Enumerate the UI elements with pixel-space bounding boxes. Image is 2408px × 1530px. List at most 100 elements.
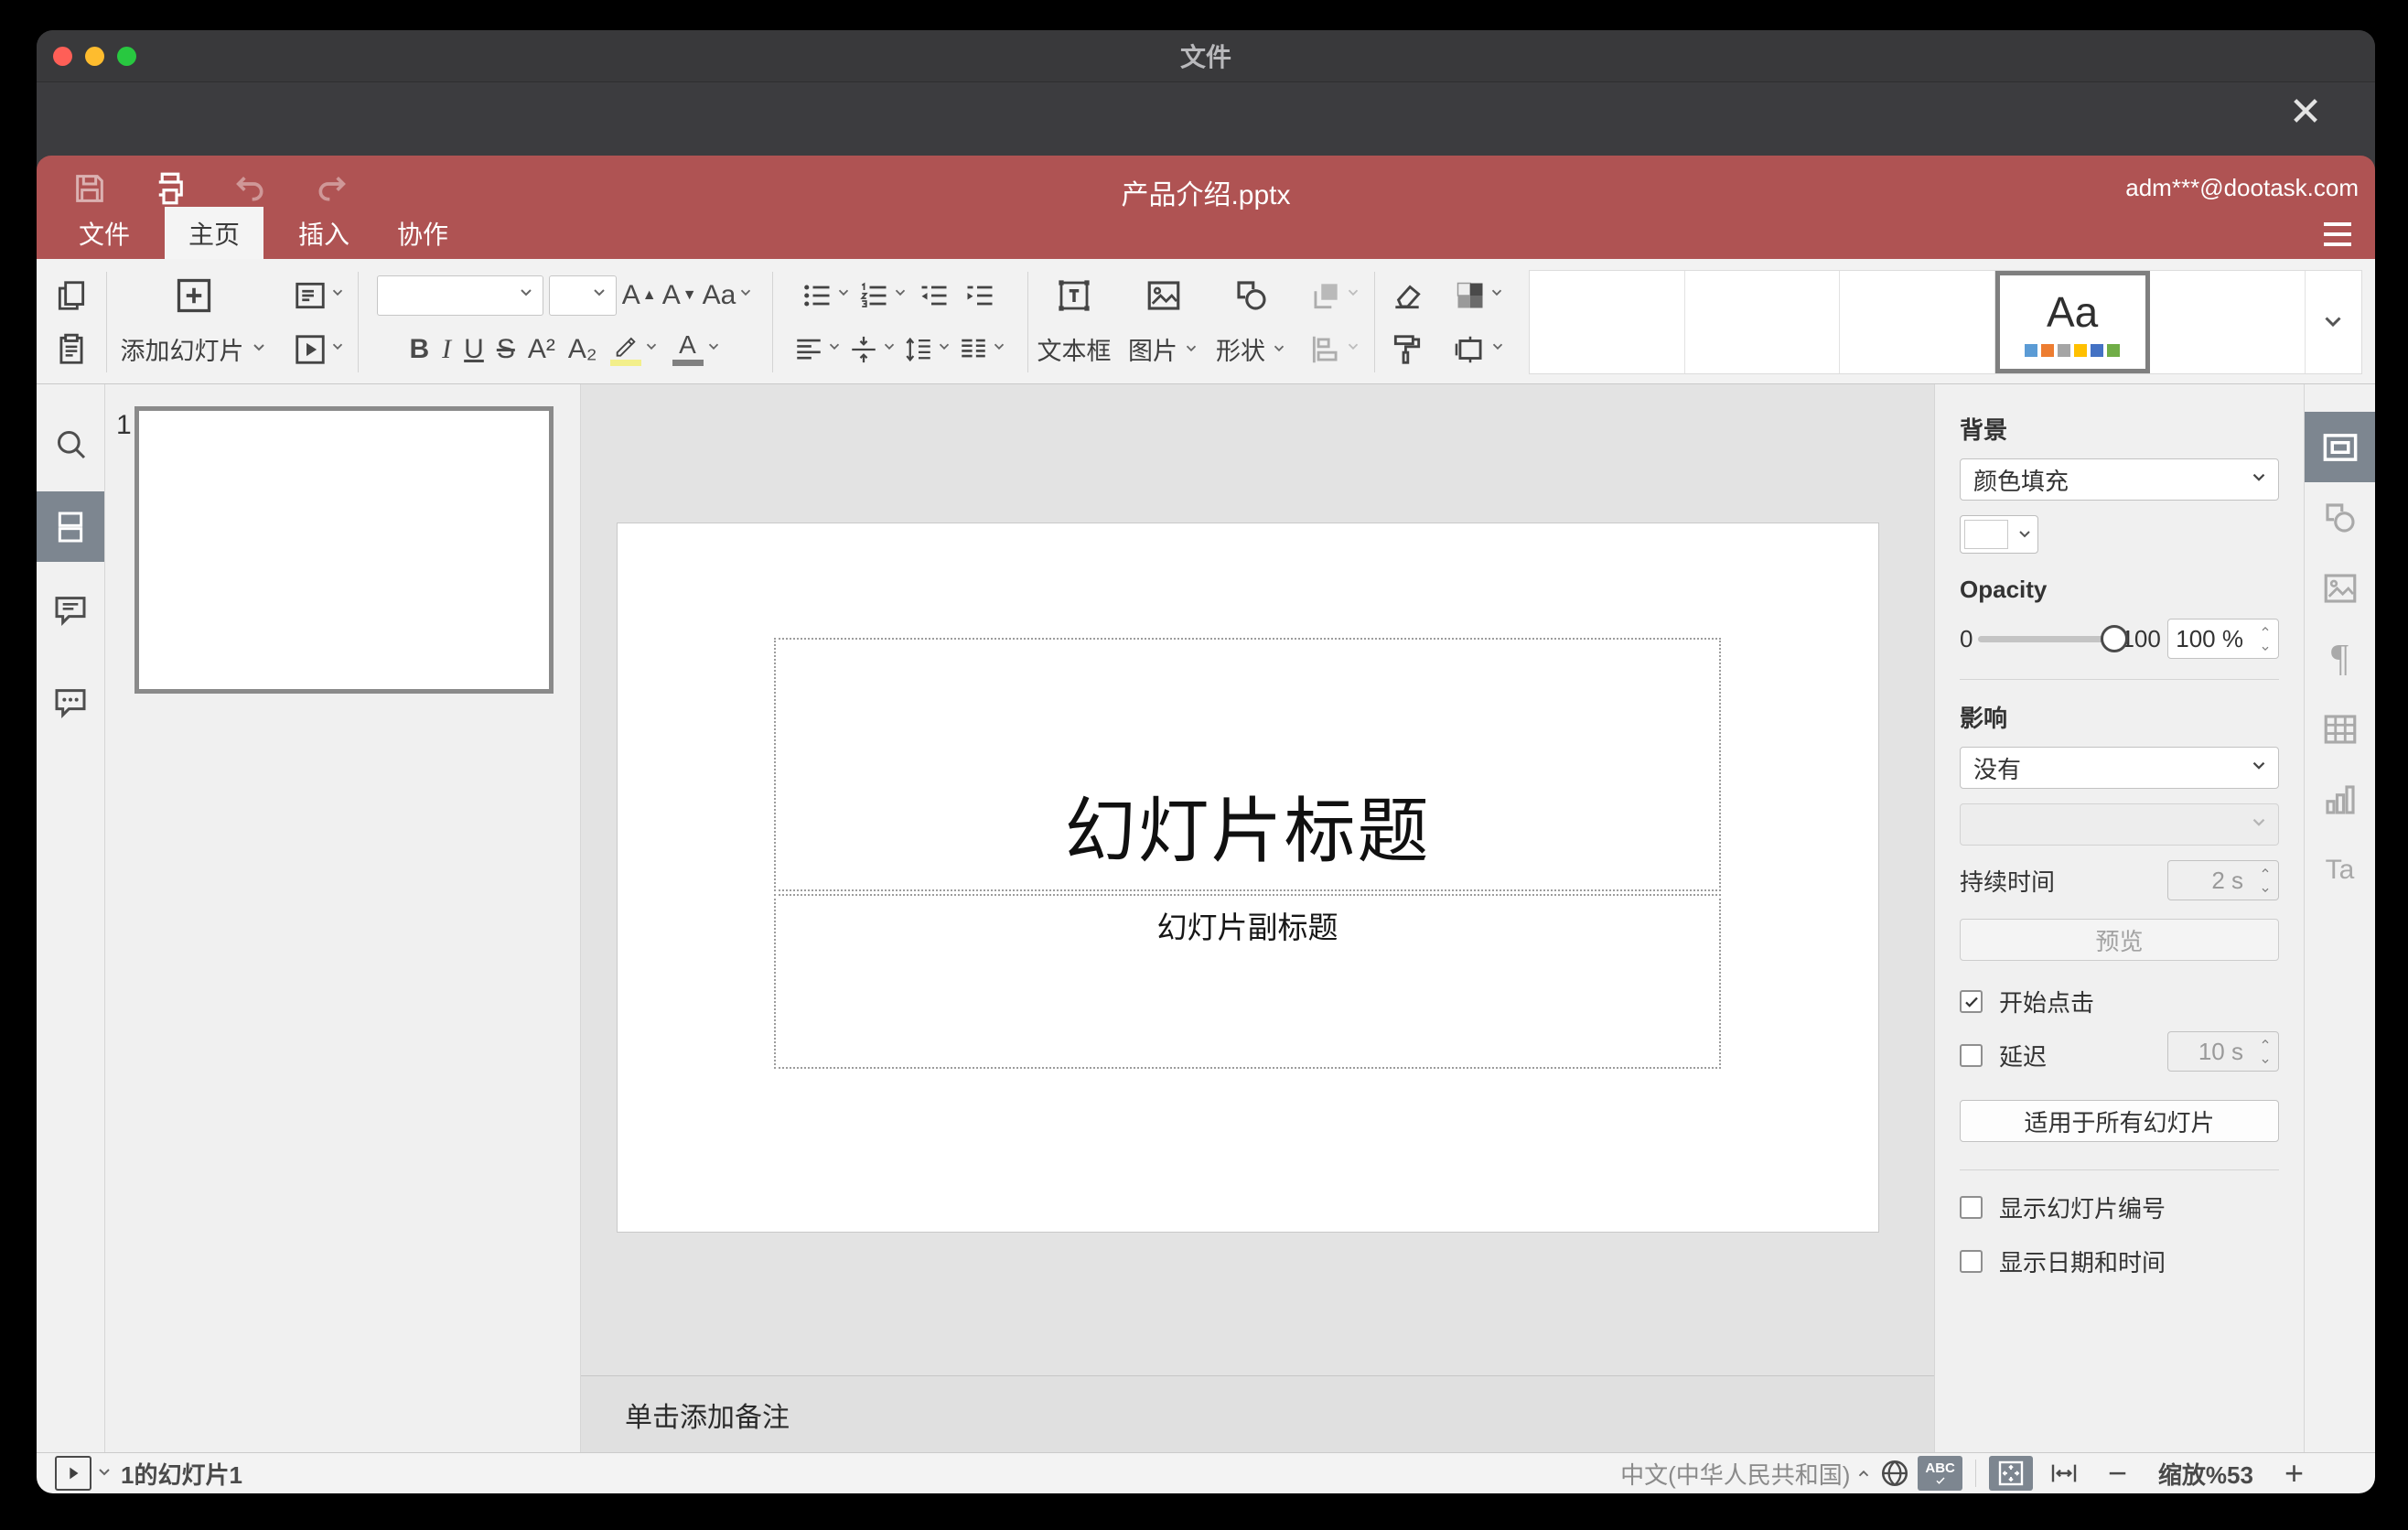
theme-tile-selected[interactable]: Aa <box>1994 271 2151 373</box>
slide-layout-icon[interactable] <box>293 273 346 318</box>
slides-icon[interactable] <box>37 491 104 562</box>
menu-icon[interactable] <box>2324 222 2351 246</box>
change-case-button[interactable]: Aa <box>703 273 755 318</box>
theme-gallery-expand-icon[interactable] <box>2304 271 2361 373</box>
title-placeholder[interactable]: 幻灯片标题 <box>774 638 1721 891</box>
background-color-picker[interactable] <box>1960 515 2038 554</box>
start-slideshow-icon[interactable] <box>55 1456 91 1491</box>
chat-icon[interactable] <box>37 667 104 738</box>
copy-icon[interactable] <box>51 273 91 318</box>
text-box-icon[interactable] <box>1054 273 1094 318</box>
slide-canvas[interactable]: 幻灯片标题 幻灯片副标题 <box>581 384 1934 1375</box>
shape-icon[interactable] <box>1231 273 1272 318</box>
clear-style-icon[interactable] <box>1387 273 1427 318</box>
increase-indent-icon[interactable] <box>960 273 1000 318</box>
font-size-input[interactable] <box>548 275 617 316</box>
line-spacing-icon[interactable] <box>903 327 952 372</box>
comments-icon[interactable] <box>37 575 104 645</box>
shape-settings-icon[interactable] <box>2305 482 2375 553</box>
slide-settings-panel: 背景 颜色填充 Opacity 0 100 100 % 影响 没有 持续时间 2… <box>1934 384 2304 1452</box>
table-settings-icon[interactable] <box>2305 694 2375 764</box>
chart-settings-icon[interactable] <box>2305 764 2375 835</box>
show-date-time-label: 显示日期和时间 <box>1999 1249 2166 1277</box>
columns-icon[interactable] <box>958 327 1007 372</box>
slide-size-icon[interactable] <box>1453 327 1506 372</box>
decrease-indent-icon[interactable] <box>914 273 954 318</box>
shape-button[interactable]: 形状 <box>1216 331 1287 367</box>
image-settings-icon[interactable] <box>2305 553 2375 623</box>
spinner-arrows-icon[interactable] <box>2258 623 2273 654</box>
font-name-input[interactable] <box>376 275 543 316</box>
align-text-icon[interactable] <box>793 327 843 372</box>
fit-width-icon[interactable] <box>2042 1456 2086 1491</box>
chevron-down-icon[interactable] <box>95 1460 113 1488</box>
start-on-click-checkbox[interactable] <box>1960 990 1983 1013</box>
font-color-icon[interactable]: A <box>672 327 722 372</box>
numbered-list-icon[interactable] <box>857 273 908 318</box>
underline-button[interactable]: U <box>464 334 484 365</box>
zoom-out-icon[interactable]: − <box>2101 1454 2134 1492</box>
slide[interactable]: 幻灯片标题 幻灯片副标题 <box>618 523 1878 1232</box>
vertical-align-icon[interactable] <box>848 327 898 372</box>
image-icon[interactable] <box>1144 273 1184 318</box>
opacity-slider[interactable] <box>1978 624 2129 652</box>
textart-settings-icon[interactable]: Ta <box>2305 835 2375 905</box>
fill-type-select[interactable]: 颜色填充 <box>1960 458 2279 501</box>
paste-icon[interactable] <box>51 327 91 372</box>
start-slideshow-icon[interactable] <box>293 327 346 372</box>
theme-gallery: Aa <box>1529 270 2362 374</box>
text-box-button[interactable]: 文本框 <box>1037 331 1112 367</box>
spellcheck-icon[interactable]: ABC <box>1918 1456 1962 1491</box>
bullet-list-icon[interactable] <box>801 273 852 318</box>
window-titlebar: 文件 <box>37 30 2375 82</box>
notes-area[interactable]: 单击添加备注 <box>581 1375 1934 1452</box>
theme-tile[interactable] <box>2150 271 2305 373</box>
tab-insert[interactable]: 插入 <box>274 207 373 259</box>
duration-input: 2 s <box>2167 860 2279 900</box>
effect-select[interactable]: 没有 <box>1960 747 2279 789</box>
paragraph-settings-icon[interactable]: ¶ <box>2305 623 2375 694</box>
show-slide-number-checkbox[interactable] <box>1960 1196 1983 1219</box>
opacity-slider-knob[interactable] <box>2101 624 2129 652</box>
tab-collaboration[interactable]: 协作 <box>373 207 472 259</box>
app-window: 文件 ✕ 产品介绍.pptx adm***@dootask.com 文件 主页 … <box>37 30 2375 1493</box>
preview-button[interactable]: 预览 <box>1960 919 2279 961</box>
search-icon[interactable] <box>37 408 104 479</box>
highlight-pen-icon[interactable] <box>609 327 660 372</box>
globe-icon[interactable] <box>1872 1456 1918 1491</box>
copy-style-icon[interactable] <box>1387 327 1427 372</box>
apply-to-all-slides-button[interactable]: 适用于所有幻灯片 <box>1960 1100 2279 1142</box>
arrange-icon[interactable] <box>1308 273 1361 318</box>
delay-checkbox[interactable] <box>1960 1044 1983 1067</box>
language-selector[interactable]: 中文(中华人民共和国) <box>1620 1457 1850 1491</box>
effect-type-select <box>1960 803 2279 846</box>
fill-color-icon[interactable] <box>1454 273 1505 318</box>
subscript-button[interactable]: A₂ <box>568 334 597 365</box>
theme-tile[interactable] <box>1684 271 1841 373</box>
increase-font-button[interactable]: A ▲ <box>622 273 657 318</box>
slide-thumbnail[interactable] <box>134 406 554 694</box>
tab-file[interactable]: 文件 <box>55 207 154 259</box>
theme-tile[interactable] <box>1840 271 1995 373</box>
close-icon[interactable]: ✕ <box>2285 92 2326 133</box>
decrease-font-button[interactable]: A ▼ <box>662 273 697 318</box>
image-button[interactable]: 图片 <box>1128 331 1199 367</box>
italic-button[interactable]: I <box>442 334 451 365</box>
menu-tabs: 文件 主页 插入 协作 <box>55 207 2293 259</box>
main-area: 1 幻灯片标题 幻灯片副标题 单击添加备注 背景 颜色填充 Opacity 0 … <box>37 384 2375 1452</box>
theme-tile[interactable] <box>1530 271 1685 373</box>
opacity-value-input[interactable]: 100 % <box>2167 619 2279 659</box>
chevron-up-icon <box>1855 1460 1872 1488</box>
superscript-button[interactable]: A² <box>528 334 555 365</box>
strikeout-button[interactable]: S <box>497 334 515 365</box>
zoom-in-icon[interactable]: + <box>2277 1454 2311 1492</box>
add-slide-icon[interactable] <box>174 273 214 318</box>
fit-slide-icon[interactable] <box>1988 1456 2033 1491</box>
slide-settings-icon[interactable] <box>2305 412 2375 482</box>
add-slide-button[interactable]: 添加幻灯片 <box>121 331 268 367</box>
subtitle-placeholder[interactable]: 幻灯片副标题 <box>774 894 1721 1069</box>
tab-home[interactable]: 主页 <box>165 207 264 259</box>
shape-align-icon[interactable] <box>1308 327 1361 372</box>
bold-button[interactable]: B <box>409 334 429 365</box>
show-date-time-checkbox[interactable] <box>1960 1250 1983 1273</box>
